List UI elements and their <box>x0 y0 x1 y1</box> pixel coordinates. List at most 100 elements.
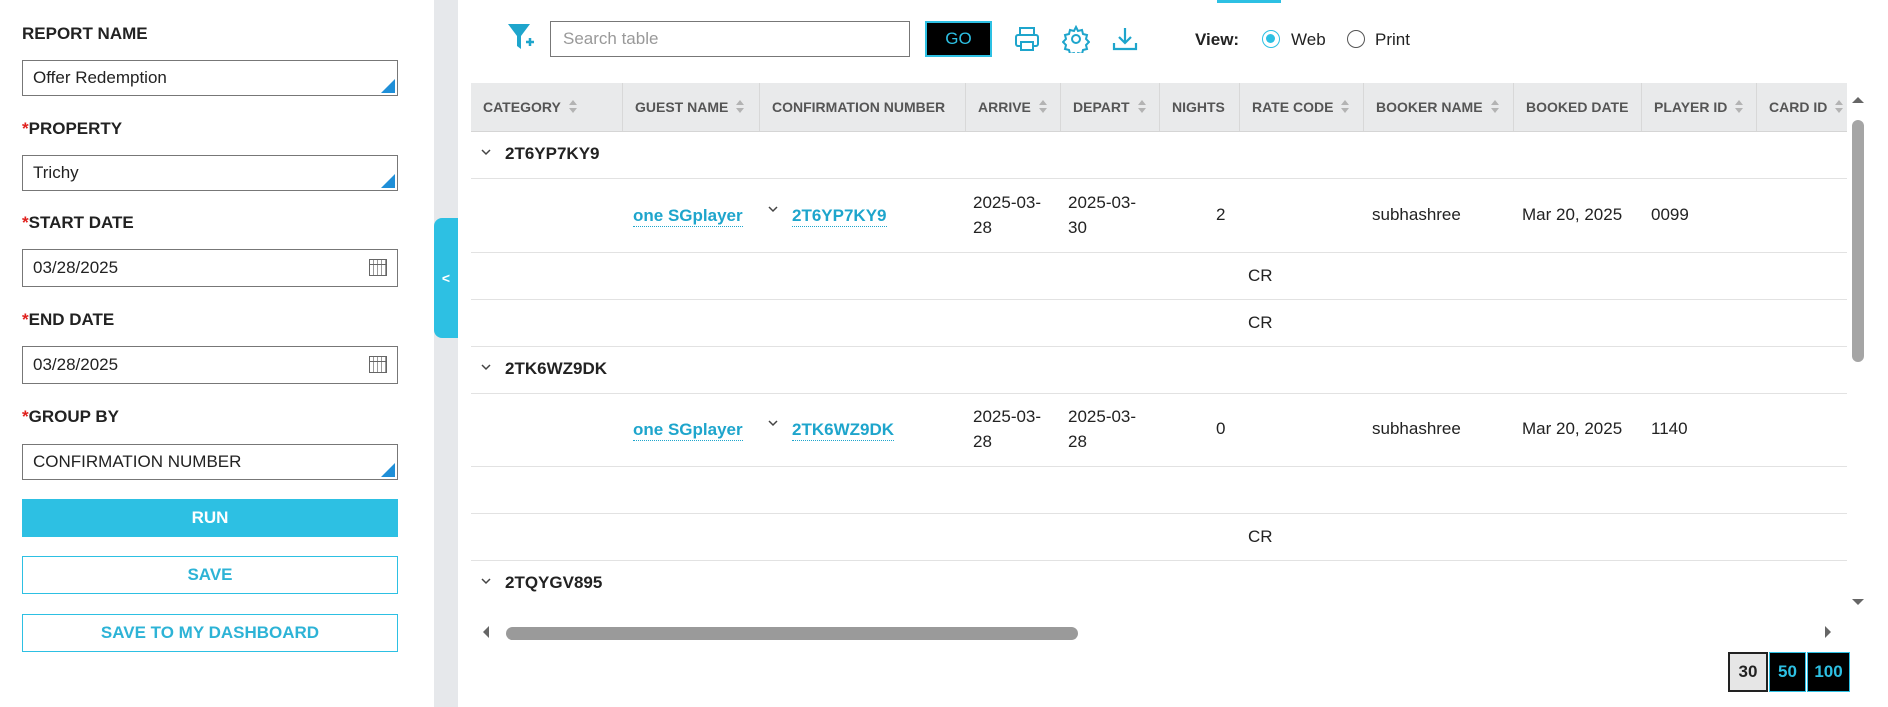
group-row[interactable]: 2T6YP7KY9 <box>471 132 1847 179</box>
depart-date-line1: 2025-03- <box>1068 193 1137 212</box>
scroll-right-arrow-icon[interactable] <box>1823 625 1833 639</box>
confirmation-number-link[interactable]: 2TK6WZ9DK <box>792 420 895 441</box>
start-date-field[interactable]: 03/28/2025 <box>22 249 398 287</box>
chevron-down-icon[interactable] <box>768 204 778 214</box>
end-date-value: 03/28/2025 <box>33 355 119 374</box>
calendar-icon[interactable] <box>369 356 387 373</box>
start-date-value: 03/28/2025 <box>33 258 119 277</box>
go-button[interactable]: GO <box>925 21 992 57</box>
horizontal-scroll-thumb[interactable] <box>506 627 1078 640</box>
table-subrow: CR <box>471 514 1847 561</box>
depart-date-line2: 28 <box>1068 432 1087 451</box>
sort-icon[interactable] <box>1490 100 1499 114</box>
table-subrow: CR <box>471 253 1847 300</box>
report-name-value: Offer Redemption <box>33 68 167 87</box>
column-header-confirmation-number[interactable]: CONFIRMATION NUMBER <box>760 83 966 131</box>
view-web-radio[interactable] <box>1262 30 1280 48</box>
calendar-icon[interactable] <box>369 259 387 276</box>
view-print-radio[interactable] <box>1347 30 1365 48</box>
report-parameters-panel: REPORT NAME Offer Redemption *PROPERTY T… <box>0 0 434 707</box>
download-icon[interactable] <box>1110 24 1140 54</box>
column-header-depart[interactable]: DEPART <box>1061 83 1160 131</box>
column-header-booker-name[interactable]: BOOKER NAME <box>1364 83 1514 131</box>
scroll-left-arrow-icon[interactable] <box>481 625 491 639</box>
group-name: 2TK6WZ9DK <box>505 359 608 378</box>
booker-name-value: subhashree <box>1372 205 1461 224</box>
sort-icon[interactable] <box>736 100 745 114</box>
confirmation-number-link[interactable]: 2T6YP7KY9 <box>792 206 887 227</box>
group-by-select[interactable]: CONFIRMATION NUMBER <box>22 444 398 480</box>
save-button[interactable]: SAVE <box>22 556 398 594</box>
arrive-date-line1: 2025-03- <box>973 407 1042 426</box>
sort-icon[interactable] <box>1137 100 1146 114</box>
property-select[interactable]: Trichy <box>22 155 398 191</box>
page-size-50[interactable]: 50 <box>1769 652 1806 692</box>
player-id-value: 0099 <box>1651 205 1689 224</box>
property-label: *PROPERTY <box>22 119 123 138</box>
table-subrow: CR <box>471 300 1847 347</box>
chevron-left-icon: < <box>441 270 451 286</box>
column-header-booked-date[interactable]: BOOKED DATE <box>1514 83 1642 131</box>
chevron-down-icon[interactable] <box>481 362 491 372</box>
page-size-30[interactable]: 30 <box>1728 652 1768 692</box>
view-web-label[interactable]: Web <box>1291 30 1326 50</box>
vertical-scrollbar[interactable] <box>1850 97 1866 610</box>
column-header-guest-name[interactable]: GUEST NAME <box>623 83 760 131</box>
arrive-date-line1: 2025-03- <box>973 193 1042 212</box>
guest-name-link[interactable]: one SGplayer <box>633 420 743 441</box>
column-header-nights[interactable]: NIGHTS <box>1160 83 1240 131</box>
table-row: one SGplayer 2TK6WZ9DK 2025-03- 28 2025-… <box>471 394 1847 467</box>
run-button[interactable]: RUN <box>22 499 398 537</box>
table-header: CATEGORY GUEST NAME CONFIRMATION NUMBER … <box>471 83 1847 132</box>
report-name-label: REPORT NAME <box>22 24 148 43</box>
rate-code-value: CR <box>1248 266 1273 285</box>
column-header-arrive[interactable]: ARRIVE <box>966 83 1061 131</box>
sort-icon[interactable] <box>1835 100 1844 114</box>
search-table-input[interactable] <box>550 21 910 57</box>
table-row: one SGplayer 2T6YP7KY9 2025-03- 28 2025-… <box>471 179 1847 253</box>
horizontal-scrollbar[interactable] <box>471 620 1847 644</box>
chevron-down-icon[interactable] <box>768 418 778 428</box>
column-header-player-id[interactable]: PLAYER ID <box>1642 83 1757 131</box>
print-icon[interactable] <box>1012 24 1042 54</box>
chevron-down-icon[interactable] <box>481 576 491 586</box>
nights-value: 2 <box>1216 205 1226 224</box>
column-header-card-id[interactable]: CARD ID <box>1757 83 1847 131</box>
group-by-label: *GROUP BY <box>22 407 119 426</box>
scroll-up-arrow-icon[interactable] <box>1851 95 1865 105</box>
group-by-value: CONFIRMATION NUMBER <box>33 452 242 471</box>
property-value: Trichy <box>33 163 79 182</box>
rate-code-value: CR <box>1248 313 1273 332</box>
guest-name-link[interactable]: one SGplayer <box>633 206 743 227</box>
sort-icon[interactable] <box>1341 100 1350 114</box>
column-header-rate-code[interactable]: RATE CODE <box>1240 83 1364 131</box>
group-row[interactable]: 2TK6WZ9DK <box>471 347 1847 394</box>
report-name-select[interactable]: Offer Redemption <box>22 60 398 96</box>
dropdown-corner-icon <box>381 463 395 477</box>
page-size-100[interactable]: 100 <box>1807 652 1850 692</box>
rate-code-value: CR <box>1248 527 1273 546</box>
chevron-down-icon[interactable] <box>481 147 491 157</box>
add-filter-icon[interactable] <box>505 20 537 56</box>
column-header-category[interactable]: CATEGORY <box>471 83 623 131</box>
sort-icon[interactable] <box>568 100 577 114</box>
booked-date-value: Mar 20, 2025 <box>1522 419 1623 438</box>
save-to-dashboard-button[interactable]: SAVE TO MY DASHBOARD <box>22 614 398 652</box>
collapse-panel-button[interactable]: < <box>434 218 458 338</box>
start-date-label: *START DATE <box>22 213 134 232</box>
report-table: CATEGORY GUEST NAME CONFIRMATION NUMBER … <box>471 83 1847 603</box>
settings-gear-icon[interactable] <box>1061 24 1091 54</box>
arrive-date-line2: 28 <box>973 218 992 237</box>
arrive-date-line2: 28 <box>973 432 992 451</box>
depart-date-line1: 2025-03- <box>1068 407 1137 426</box>
dropdown-corner-icon <box>381 79 395 93</box>
sort-icon[interactable] <box>1038 100 1047 114</box>
sort-icon[interactable] <box>1735 100 1744 114</box>
player-id-value: 1140 <box>1651 419 1688 438</box>
view-print-label[interactable]: Print <box>1375 30 1410 50</box>
group-row[interactable]: 2TQYGV895 <box>471 561 1847 603</box>
vertical-scroll-thumb[interactable] <box>1852 120 1864 362</box>
group-name: 2T6YP7KY9 <box>505 144 600 163</box>
scroll-down-arrow-icon[interactable] <box>1851 597 1865 607</box>
end-date-field[interactable]: 03/28/2025 <box>22 346 398 384</box>
